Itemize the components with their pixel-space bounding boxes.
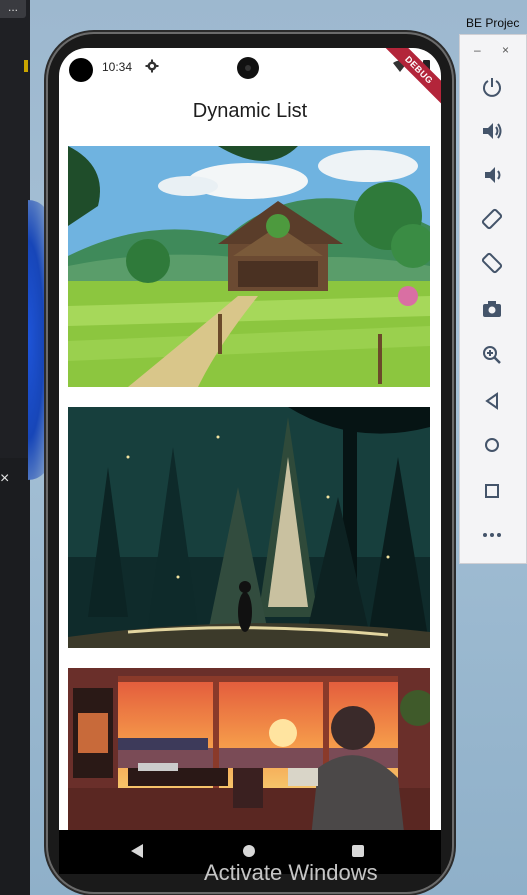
status-bar: 10:34 DEBUG [59, 48, 441, 110]
rotate-left-icon[interactable] [480, 207, 504, 231]
nav-recent-apps-icon[interactable] [352, 845, 364, 857]
emulator-toolbar: – × [459, 34, 527, 564]
power-icon[interactable] [480, 75, 504, 99]
ide-close-button[interactable]: × [0, 470, 9, 488]
zoom-icon[interactable] [480, 343, 504, 367]
camera-cutout-icon [69, 58, 93, 82]
ide-marker [24, 60, 28, 72]
night-forest-image [68, 407, 430, 648]
screenshot-icon[interactable] [480, 297, 504, 321]
list-item[interactable] [68, 407, 430, 648]
back-icon[interactable] [480, 389, 504, 413]
close-button[interactable]: × [502, 43, 509, 57]
nav-back-icon[interactable] [131, 844, 143, 858]
app-bar: Dynamic List [59, 86, 441, 136]
windows-activation-watermark: Activate Windows [204, 860, 378, 885]
more-icon[interactable] [480, 523, 504, 547]
ide-more-button[interactable]: ... [0, 0, 26, 18]
device-screen: 10:34 DEBUG Dynamic List [59, 48, 441, 874]
list-item[interactable] [68, 146, 430, 387]
ide-panel [0, 458, 30, 895]
volume-down-icon[interactable] [480, 163, 504, 187]
front-camera-icon [237, 57, 259, 79]
nav-home-icon[interactable] [243, 845, 255, 857]
ide-sidebar: ... × [0, 0, 30, 895]
window-title: BE Projec [466, 16, 520, 30]
image-list[interactable] [68, 146, 430, 874]
desktop-wallpaper-accent [28, 200, 50, 480]
farmhouse-landscape-image [68, 146, 430, 387]
volume-up-icon[interactable] [480, 119, 504, 143]
minimize-button[interactable]: – [474, 43, 481, 57]
settings-gear-icon [145, 59, 159, 73]
overview-icon[interactable] [480, 479, 504, 503]
home-icon[interactable] [480, 433, 504, 457]
page-title: Dynamic List [192, 100, 308, 122]
rotate-right-icon[interactable] [480, 251, 504, 275]
status-time: 10:34 [102, 60, 133, 74]
